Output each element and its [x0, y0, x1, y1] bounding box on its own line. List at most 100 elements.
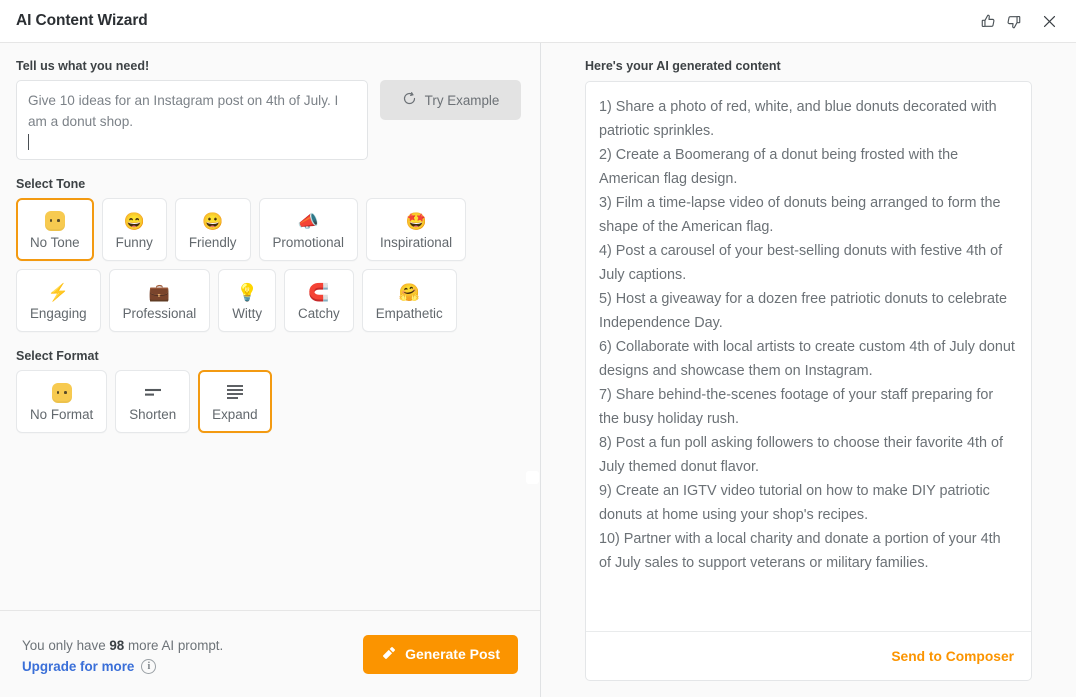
send-to-composer-button[interactable]: Send to Composer — [891, 649, 1014, 664]
try-example-label: Try Example — [424, 92, 500, 108]
tone-option-catchy[interactable]: 🧲 Catchy — [284, 269, 354, 332]
format-option-label: Expand — [212, 407, 258, 422]
format-option-no-format[interactable]: No Format — [16, 370, 108, 433]
expressionless-face-emoji — [51, 383, 72, 403]
tone-option-friendly[interactable]: 😀 Friendly — [174, 198, 251, 261]
tone-option-label: Inspirational — [379, 235, 453, 250]
prompt-label: Tell us what you need! — [16, 59, 150, 73]
shorten-lines-icon — [142, 385, 164, 402]
format-group: Select Format No Format Shorten Expand — [16, 349, 524, 433]
tone-option-label: No Tone — [30, 235, 80, 250]
generated-content-line: 3) Film a time-lapse video of donuts bei… — [599, 195, 1001, 235]
generated-content-line: 9) Create an IGTV video tutorial on how … — [599, 483, 990, 523]
thumbs-up-icon[interactable] — [977, 11, 999, 33]
left-panel: Tell us what you need! Give 10 ideas for… — [0, 43, 540, 697]
generated-content-label: Here's your AI generated content — [585, 59, 781, 73]
prompt-input-value: Give 10 ideas for an Instagram post on 4… — [28, 93, 339, 129]
generated-content-line: 2) Create a Boomerang of a donut being f… — [599, 147, 959, 187]
high-voltage-emoji: ⚡ — [47, 282, 69, 302]
tone-option-inspirational[interactable]: 🤩 Inspirational — [365, 198, 467, 261]
generate-post-label: Generate Post — [405, 646, 500, 662]
expand-lines-icon — [224, 382, 246, 404]
tone-option-promotional[interactable]: 📣 Promotional — [258, 198, 358, 261]
expressionless-face-emoji — [51, 382, 72, 404]
generated-content-line: 5) Host a giveaway for a dozen free patr… — [599, 291, 1007, 331]
tone-option-label: Engaging — [30, 306, 87, 321]
tone-group: Select Tone No Tone 😄 Funny 😀 Friendly 📣 Promo… — [16, 177, 524, 332]
format-option-label: Shorten — [129, 407, 177, 422]
modal-body: Tell us what you need! Give 10 ideas for… — [0, 43, 1076, 697]
grinning-squinting-face-emoji: 😄 — [124, 210, 145, 232]
ai-content-wizard-modal: AI Content Wizard Tell us what you need!… — [0, 0, 1076, 697]
thumbs-down-icon[interactable] — [1002, 11, 1024, 33]
refresh-icon — [402, 91, 417, 109]
megaphone-emoji: 📣 — [298, 210, 319, 232]
generated-content-text[interactable]: 1) Share a photo of red, white, and blue… — [586, 82, 1031, 631]
format-options: No Format Shorten Expand — [16, 370, 524, 433]
hugging-face-emoji: 🤗 — [398, 282, 420, 302]
tone-option-label: Professional — [122, 306, 197, 321]
format-option-expand[interactable]: Expand — [198, 370, 272, 433]
modal-header: AI Content Wizard — [0, 0, 1076, 43]
briefcase-emoji: 💼 — [148, 282, 171, 302]
quota-count: 98 — [109, 638, 125, 653]
left-panel-content: Tell us what you need! Give 10 ideas for… — [0, 43, 540, 610]
page-title: AI Content Wizard — [16, 12, 148, 29]
tone-option-engaging[interactable]: ⚡ Engaging — [16, 269, 101, 332]
quota-block: You only have 98 more AI prompt. Upgrade… — [22, 634, 223, 674]
tone-options: No Tone 😄 Funny 😀 Friendly 📣 Promotional 🤩 Inspi… — [16, 198, 524, 332]
format-option-label: No Format — [30, 407, 94, 422]
left-footer: You only have 98 more AI prompt. Upgrade… — [0, 610, 540, 697]
hugging-face-emoji: 🤗 — [399, 281, 420, 303]
generated-content-line: 8) Post a fun poll asking followers to c… — [599, 435, 1003, 475]
tone-option-label: Promotional — [272, 235, 344, 250]
upgrade-row: Upgrade for more i — [22, 659, 223, 674]
try-example-button[interactable]: Try Example — [380, 80, 521, 120]
tone-option-no-tone[interactable]: No Tone — [16, 198, 94, 261]
close-icon[interactable] — [1036, 9, 1062, 35]
generated-content-line: 7) Share behind-the-scenes footage of yo… — [599, 387, 994, 427]
briefcase-emoji: 💼 — [149, 281, 170, 303]
generated-content-footer: Send to Composer — [586, 631, 1031, 680]
shorten-lines-icon — [142, 382, 164, 404]
expressionless-face-emoji — [44, 211, 65, 231]
high-voltage-emoji: ⚡ — [48, 281, 69, 303]
light-bulb-emoji: 💡 — [237, 281, 258, 303]
tone-option-label: Friendly — [188, 235, 237, 250]
text-caret — [28, 134, 29, 150]
tone-option-label: Empathetic — [375, 306, 443, 321]
expressionless-face-emoji — [44, 210, 65, 232]
tone-option-label: Funny — [115, 235, 153, 250]
panel-resize-handle[interactable] — [526, 471, 539, 484]
generated-content-line: 10) Partner with a local charity and don… — [599, 531, 1001, 571]
right-panel: Here's your AI generated content 1) Shar… — [541, 43, 1076, 697]
star-struck-emoji: 🤩 — [405, 211, 427, 231]
generated-content-line: 1) Share a photo of red, white, and blue… — [599, 99, 997, 139]
tone-option-label: Catchy — [298, 306, 340, 321]
magnet-emoji: 🧲 — [308, 282, 330, 302]
grinning-face-emoji: 😀 — [202, 211, 224, 231]
prompt-input[interactable]: Give 10 ideas for an Instagram post on 4… — [16, 80, 368, 160]
generate-post-button[interactable]: Generate Post — [363, 634, 518, 674]
quota-prefix: You only have — [22, 638, 110, 653]
magic-wand-icon — [381, 645, 397, 664]
expand-lines-icon — [224, 383, 246, 404]
tone-option-empathetic[interactable]: 🤗 Empathetic — [361, 269, 457, 332]
tone-option-witty[interactable]: 💡 Witty — [218, 269, 277, 332]
panel-divider — [526, 43, 541, 697]
megaphone-emoji: 📣 — [297, 211, 319, 231]
format-option-shorten[interactable]: Shorten — [115, 370, 191, 433]
tone-option-professional[interactable]: 💼 Professional — [108, 269, 211, 332]
format-label: Select Format — [16, 349, 99, 363]
quota-text: You only have 98 more AI prompt. — [22, 634, 223, 658]
grinning-face-emoji: 😀 — [202, 210, 223, 232]
upgrade-link[interactable]: Upgrade for more — [22, 659, 134, 674]
generated-content-line: 6) Collaborate with local artists to cre… — [599, 339, 1015, 379]
generated-content-line: 4) Post a carousel of your best-selling … — [599, 243, 1003, 283]
quota-suffix: more AI prompt. — [124, 638, 224, 653]
header-actions — [977, 0, 1062, 43]
tone-option-funny[interactable]: 😄 Funny — [101, 198, 167, 261]
info-icon[interactable]: i — [141, 659, 157, 674]
star-struck-emoji: 🤩 — [405, 210, 426, 232]
prompt-row: Give 10 ideas for an Instagram post on 4… — [16, 80, 524, 160]
